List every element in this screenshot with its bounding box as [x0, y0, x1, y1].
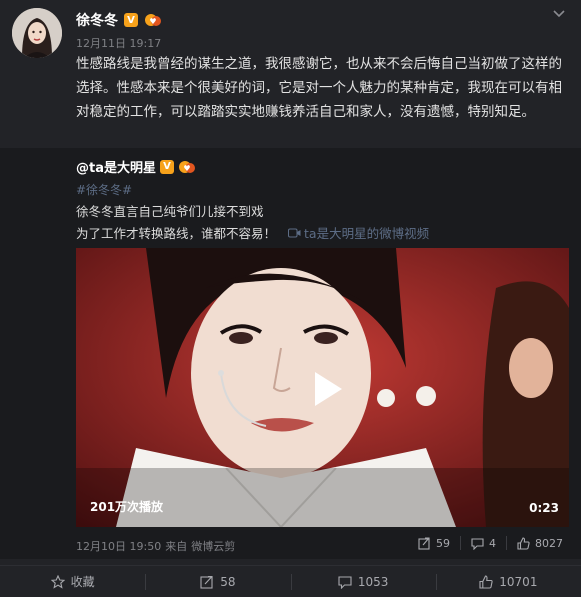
avatar[interactable] [12, 8, 62, 58]
thumbs-up-icon [517, 536, 530, 550]
repost-share-count: 59 [436, 536, 450, 550]
thumbs-up-icon [479, 574, 493, 589]
svg-text:♥: ♥ [183, 164, 190, 173]
video-duration: 0:23 [529, 501, 559, 515]
repost-text: 为了工作才转换路线，谁都不容易！ [76, 226, 277, 241]
post-time[interactable]: 12月11日 19:17 [76, 35, 161, 51]
like-button[interactable]: 10701 [435, 566, 581, 597]
verified-icon: V [160, 159, 174, 174]
source-prefix: 来自 [165, 540, 188, 553]
comment-icon [471, 537, 484, 550]
repost-comment-button[interactable]: 4 [461, 537, 506, 550]
repost-block: @ta是大明星 V ♥ #徐冬冬# 徐冬冬直言自己纯爷们儿接不到戏 为了工作才转… [0, 148, 581, 559]
post-text: 性感路线是我曾经的谋生之道，我很感谢它，也从来不会后悔自己当初做了这样的选择。性… [76, 56, 562, 120]
repost-actions: 59 4 8027 [408, 536, 573, 550]
like-count: 10701 [499, 574, 538, 589]
share-icon [200, 575, 213, 589]
video-player[interactable]: 201万次播放 0:23 [76, 248, 569, 527]
repost-author-name[interactable]: @ta是大明星 [76, 157, 156, 176]
video-link-label[interactable]: ta是大明星的微博视频 [304, 223, 429, 242]
member-badge-icon: ♥ [179, 160, 195, 173]
star-icon [50, 574, 65, 589]
comment-count: 1053 [357, 574, 389, 589]
svg-text:♥: ♥ [149, 17, 156, 26]
video-link[interactable]: ta是大明星的微博视频 [288, 223, 429, 242]
repost-text-line: 徐冬冬直言自己纯爷们儿接不到戏 [76, 204, 264, 219]
member-badge-icon: ♥ [145, 14, 161, 26]
comment-icon [338, 575, 352, 589]
repost-meta: 12月10日 19:50 来自 微博云剪 [76, 538, 235, 554]
weibo-post-card: 徐冬冬 V ♥ 12月11日 19:17 性感路线是我曾经的谋生之道，我很感谢它… [0, 0, 581, 597]
source-link[interactable]: 微博云剪 [191, 538, 235, 554]
favorite-button[interactable]: 收藏 [0, 566, 145, 597]
share-icon [418, 536, 430, 550]
repost-share-button[interactable]: 59 [408, 537, 460, 550]
post-action-bar: 收藏 58 1053 10701 [0, 565, 581, 597]
post-author: 徐冬冬 V ♥ [76, 10, 162, 30]
comment-button[interactable]: 1053 [290, 566, 436, 597]
favorite-label: 收藏 [70, 575, 95, 589]
repost-like-count: 8027 [535, 536, 563, 550]
repost-button[interactable]: 58 [145, 566, 290, 597]
video-icon [288, 228, 301, 237]
repost-comment-count: 4 [489, 536, 496, 550]
repost-like-button[interactable]: 8027 [507, 537, 573, 550]
chevron-down-icon[interactable] [551, 8, 567, 20]
repost-time[interactable]: 12月10日 19:50 [76, 538, 161, 554]
repost-text-line: 为了工作才转换路线，谁都不容易！ ta是大明星的微博视频 [76, 223, 429, 242]
hashtag-link[interactable]: #徐冬冬# [76, 181, 132, 198]
author-name[interactable]: 徐冬冬 [76, 10, 118, 30]
verified-icon: V [124, 13, 138, 27]
repost-author: @ta是大明星 V ♥ [76, 157, 196, 176]
repost-count: 58 [220, 574, 236, 589]
video-views: 201万次播放 [90, 500, 164, 514]
play-icon[interactable] [302, 366, 348, 412]
